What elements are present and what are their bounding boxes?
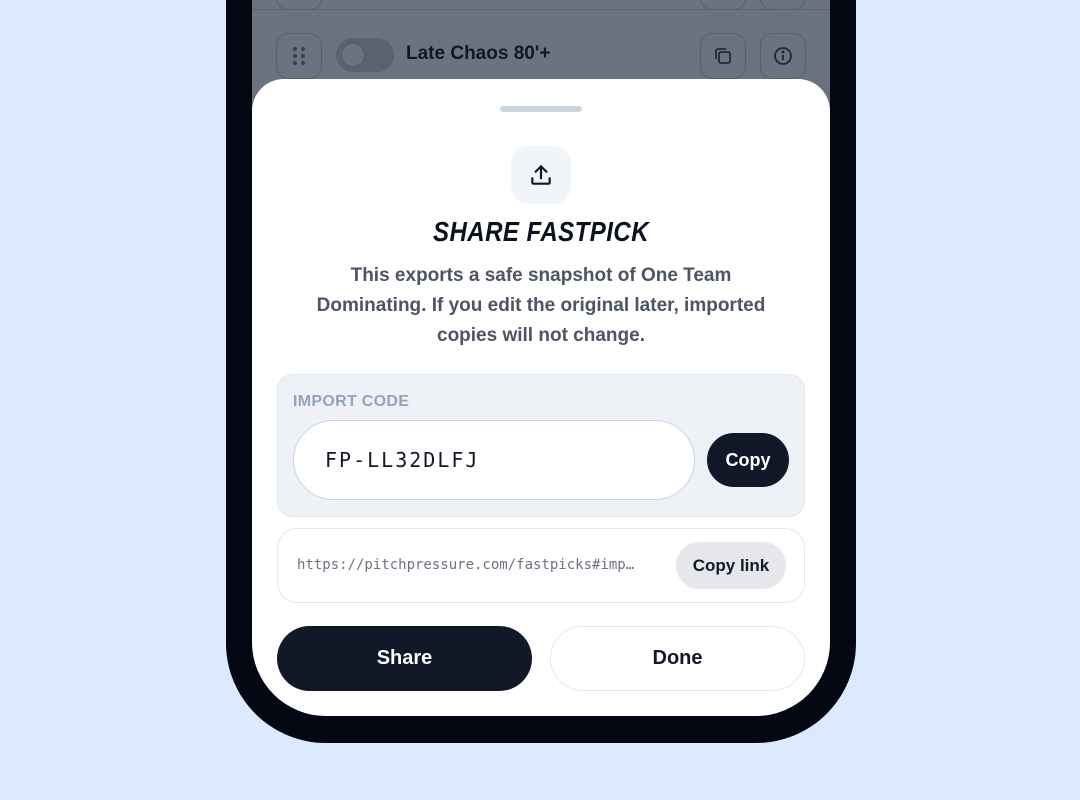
share-button[interactable]: Share [277,626,532,691]
done-button[interactable]: Done [550,626,805,691]
list-row-partial [252,0,830,10]
phone-screen: Late Chaos 80'+ SHARE FASTPICK This expo… [252,0,830,716]
import-code-card: IMPORT CODE FP-LL32DLFJ Copy [277,374,805,517]
import-code-label: IMPORT CODE [293,393,410,410]
share-link-card: https://pitchpressure.com/fastpicks#imp…… [277,528,805,603]
info-button-partial[interactable] [760,0,806,10]
drag-handle-button[interactable] [276,33,322,79]
share-sheet: SHARE FASTPICK This exports a safe snaps… [252,79,830,716]
copy-button-partial[interactable] [700,0,746,10]
sheet-grabber[interactable] [500,106,582,112]
import-code-field[interactable]: FP-LL32DLFJ [293,420,695,500]
info-icon [774,47,792,65]
toggle-knob [341,43,365,67]
list-row: Late Chaos 80'+ [252,33,830,81]
enable-toggle[interactable] [336,38,394,72]
share-icon-container [511,146,571,204]
copy-link-button[interactable]: Copy link [676,542,786,589]
info-button[interactable] [760,33,806,79]
duplicate-button[interactable] [700,33,746,79]
sheet-description: This exports a safe snapshot of One Team… [316,265,766,346]
drag-handle-button-partial[interactable] [276,0,322,10]
sheet-title: SHARE FASTPICK [432,216,650,247]
copy-icon [715,48,731,64]
drag-handle-icon [293,47,305,65]
list-item-label: Late Chaos 80'+ [406,43,551,64]
upload-icon [531,165,551,185]
copy-code-button[interactable]: Copy [707,433,789,487]
share-link-url[interactable]: https://pitchpressure.com/fastpicks#imp… [297,557,667,573]
